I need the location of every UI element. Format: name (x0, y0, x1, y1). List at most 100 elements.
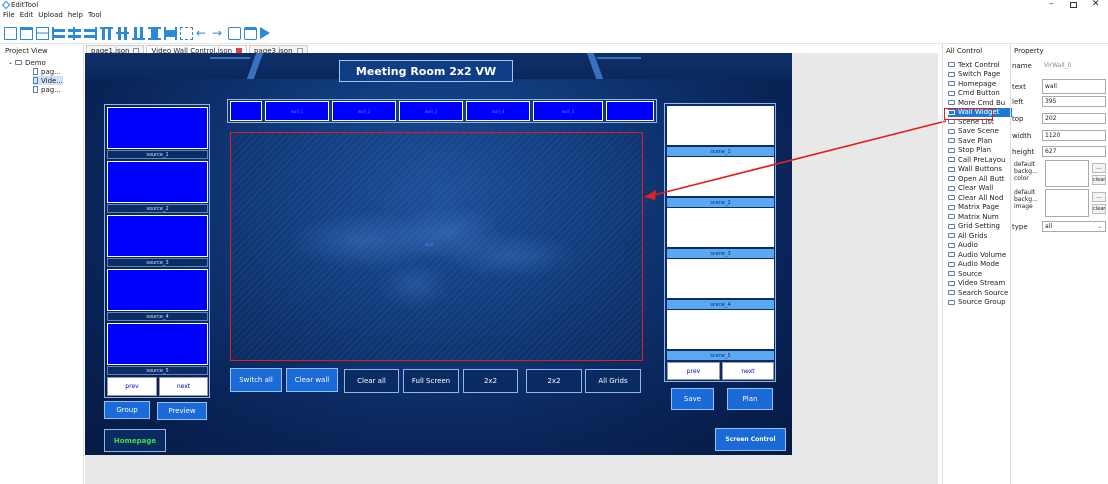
property-left-input[interactable]: 395 (1042, 96, 1106, 107)
wall-tab-1[interactable]: wall_1 (265, 101, 329, 121)
property-top-input[interactable]: 202 (1042, 113, 1106, 124)
wall-tab-2[interactable]: wall_2 (332, 101, 396, 121)
control-item[interactable]: Grid Setting (948, 222, 1012, 232)
control-item[interactable]: Stop Plan (948, 146, 1012, 156)
scene-preview-3[interactable] (667, 208, 774, 247)
scene-preview-1[interactable] (667, 106, 774, 145)
control-item[interactable]: Clear All Nod (948, 193, 1012, 203)
tree-item-page3[interactable]: pag... (33, 85, 61, 94)
tree-root-demo[interactable]: ⌄ Demo (8, 58, 46, 67)
clear-all-button[interactable]: Clear all (344, 369, 399, 393)
align-center-icon[interactable] (68, 26, 81, 40)
scene-next-button[interactable]: next (722, 362, 774, 380)
menu-tool[interactable]: Tool (88, 11, 102, 19)
source-preview-4[interactable] (107, 269, 208, 311)
control-item[interactable]: Save Plan (948, 136, 1012, 146)
full-screen-button[interactable]: Full Screen (403, 369, 459, 393)
property-bgimage-swatch[interactable] (1045, 189, 1089, 217)
scene-preview-5[interactable] (667, 310, 774, 349)
control-item[interactable]: Wall Buttons (948, 165, 1012, 175)
control-item[interactable]: Audio (948, 241, 1012, 251)
property-text-input[interactable]: wall (1042, 79, 1106, 94)
all-grids-button[interactable]: All Grids (585, 369, 641, 393)
grid-2x2-button-2[interactable]: 2x2 (526, 369, 582, 393)
control-item[interactable]: Matrix Num (948, 212, 1012, 222)
menu-edit[interactable]: Edit (20, 11, 34, 19)
align-left-icon[interactable] (52, 26, 65, 40)
control-item[interactable]: Audio Volume (948, 250, 1012, 260)
save-icon[interactable] (36, 26, 49, 40)
align-top-icon[interactable] (100, 26, 113, 40)
control-item[interactable]: Source (948, 269, 1012, 279)
copy-icon[interactable] (228, 26, 241, 40)
source-list[interactable]: source_1 source_2 source_3 source_4 sour… (104, 104, 210, 398)
menu-file[interactable]: File (3, 11, 15, 19)
control-item[interactable]: Open All Butt (948, 174, 1012, 184)
wall-tab-end[interactable] (606, 101, 654, 121)
control-item[interactable]: Clear Wall (948, 184, 1012, 194)
source-prev-button[interactable]: prev (107, 377, 157, 396)
screen-control-button[interactable]: Screen Control (715, 428, 786, 451)
switch-all-button[interactable]: Switch all (230, 368, 282, 392)
open-folder-icon[interactable] (20, 26, 33, 40)
source-preview-2[interactable] (107, 161, 208, 203)
source-preview-1[interactable] (107, 107, 208, 149)
close-button[interactable]: ✕ (1092, 0, 1100, 9)
property-type-select[interactable]: all ⌄ (1042, 221, 1106, 232)
minimize-button[interactable]: – (1049, 0, 1054, 9)
wall-tab-5[interactable]: wall_5 (533, 101, 603, 121)
menu-upload[interactable]: Upload (38, 11, 63, 19)
property-bgcolor-more-button[interactable]: ... (1092, 163, 1106, 173)
property-bgcolor-swatch[interactable] (1045, 160, 1089, 187)
tree-item-video[interactable]: Vide... (33, 76, 64, 85)
chevron-down-icon[interactable]: ⌄ (8, 59, 13, 66)
scene-prev-button[interactable]: prev (667, 362, 720, 380)
canvas-title[interactable]: Meeting Room 2x2 VW (339, 60, 513, 82)
run-play-icon[interactable] (260, 27, 270, 39)
control-item[interactable]: All Grids (948, 231, 1012, 241)
group-button[interactable]: Group (104, 401, 150, 419)
scene-list[interactable]: scene_1 scene_2 scene_3 scene_4 scene_5 … (664, 103, 776, 382)
property-height-input[interactable]: 627 (1042, 146, 1106, 157)
control-item[interactable]: Search Source (948, 288, 1012, 298)
control-item[interactable]: More Cmd Bu (948, 98, 1012, 108)
property-bgcolor-clear-button[interactable]: clear (1092, 175, 1106, 185)
control-item[interactable]: Video Stream (948, 279, 1012, 289)
source-preview-5[interactable] (107, 323, 208, 365)
align-right-icon[interactable] (84, 26, 97, 40)
scene-preview-4[interactable] (667, 259, 774, 298)
homepage-button[interactable]: Homepage (104, 429, 166, 452)
property-bgimage-clear-button[interactable]: clear (1092, 204, 1106, 214)
control-item[interactable]: Text Control (948, 60, 1012, 70)
forward-arrow-icon[interactable]: → (212, 27, 225, 40)
wall-widget[interactable]: wall (230, 132, 643, 361)
preview-button[interactable]: Preview (157, 402, 207, 420)
save-button[interactable]: Save (671, 388, 714, 410)
property-width-input[interactable]: 1120 (1042, 130, 1106, 141)
control-item[interactable]: Switch Page (948, 70, 1012, 80)
control-item[interactable]: Matrix Page (948, 203, 1012, 213)
fit-screen-icon[interactable] (180, 26, 193, 40)
menu-help[interactable]: help (68, 11, 83, 19)
distribute-horizontal-icon[interactable] (164, 26, 177, 40)
maximize-button[interactable] (1070, 2, 1077, 8)
scene-preview-2[interactable] (667, 157, 774, 196)
plan-button[interactable]: Plan (727, 388, 773, 410)
control-item[interactable]: Call PreLayou (948, 155, 1012, 165)
control-item[interactable]: Source Group (948, 298, 1012, 308)
wall-tab-4[interactable]: wall_4 (466, 101, 530, 121)
grid-2x2-button-1[interactable]: 2x2 (463, 369, 518, 393)
back-arrow-icon[interactable]: ← (196, 27, 209, 40)
source-preview-3[interactable] (107, 215, 208, 257)
control-item[interactable]: Save Scene (948, 127, 1012, 137)
control-item[interactable]: Audio Mode (948, 260, 1012, 270)
wall-tab-start[interactable] (230, 101, 262, 121)
align-bottom-icon[interactable] (132, 26, 145, 40)
property-bgimage-more-button[interactable]: ... (1092, 192, 1106, 202)
clear-wall-button[interactable]: Clear wall (286, 368, 338, 392)
control-item[interactable]: Homepage (948, 79, 1012, 89)
new-file-icon[interactable] (4, 26, 17, 40)
paste-icon[interactable] (244, 26, 257, 40)
design-canvas[interactable]: Meeting Room 2x2 VW source_1 source_2 so… (85, 53, 792, 455)
control-item[interactable]: Cmd Button (948, 89, 1012, 99)
